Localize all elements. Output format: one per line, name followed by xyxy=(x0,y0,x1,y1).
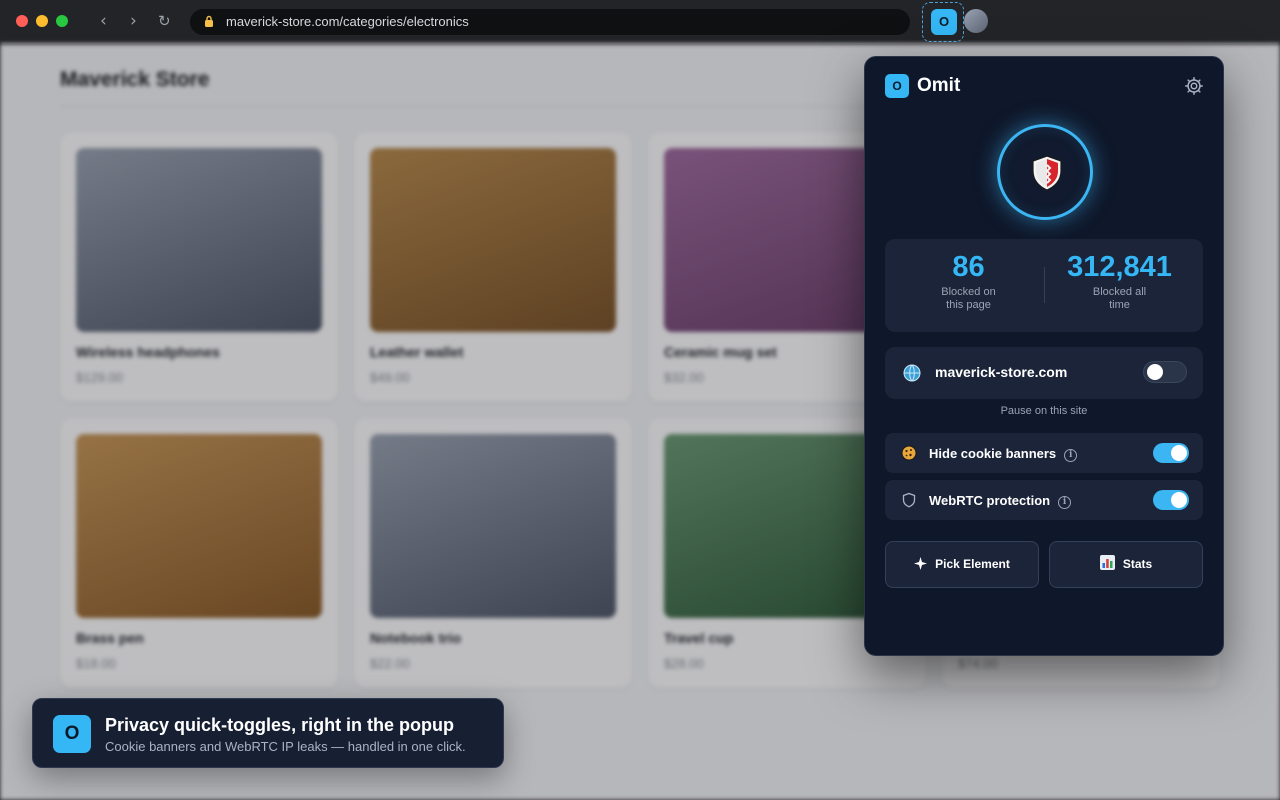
option-cookie-banners: Hide cookie banners i xyxy=(885,433,1203,473)
cookie-icon xyxy=(901,445,917,461)
cookie-banners-toggle[interactable] xyxy=(1153,443,1189,463)
webrtc-toggle[interactable] xyxy=(1153,490,1189,510)
feature-toast: O Privacy quick-toggles, right in the po… xyxy=(32,698,504,768)
omit-popup: O Omit 86 Blocked on this page 312,841 B… xyxy=(864,56,1224,656)
webrtc-label: WebRTC protection xyxy=(929,493,1051,508)
reload-button[interactable]: ↻ xyxy=(158,12,171,30)
block-stats: 86 Blocked on this page 312,841 Blocked … xyxy=(885,239,1203,332)
info-icon[interactable]: i xyxy=(1064,449,1078,462)
sparkle-icon xyxy=(914,557,928,570)
address-bar[interactable]: maverick-store.com/categories/electronic… xyxy=(190,9,910,35)
globe-icon xyxy=(903,364,921,382)
pause-caption: Pause on this site xyxy=(1000,405,1088,417)
omit-extension-icon: O xyxy=(931,9,957,35)
cookie-banners-label: Hide cookie banners xyxy=(929,446,1057,461)
maximize-window-button[interactable] xyxy=(56,15,68,27)
info-icon[interactable]: i xyxy=(1058,496,1072,509)
stats-button[interactable]: Stats xyxy=(1049,541,1203,588)
option-webrtc: WebRTC protection i xyxy=(885,480,1203,520)
gear-icon[interactable] xyxy=(1183,75,1205,97)
minimize-window-button[interactable] xyxy=(36,15,48,27)
toast-logo: O xyxy=(53,715,91,753)
lock-icon xyxy=(205,15,213,27)
shield-outline-icon xyxy=(902,492,916,508)
toggle-knob xyxy=(1171,492,1187,508)
omit-logo: O xyxy=(885,74,909,98)
shield-icon xyxy=(1032,155,1062,191)
pick-element-button[interactable]: Pick Element xyxy=(885,541,1039,588)
site-row: maverick-store.com xyxy=(885,347,1203,399)
toast-subtitle: Cookie banners and WebRTC IP leaks — han… xyxy=(105,739,466,754)
url-text: maverick-store.com/categories/electronic… xyxy=(226,14,469,29)
bar-chart-icon xyxy=(1099,555,1115,570)
pause-site-toggle[interactable] xyxy=(1143,361,1187,383)
back-button[interactable]: ‹ xyxy=(100,11,107,31)
profile-avatar[interactable] xyxy=(964,9,988,33)
pick-element-label: Pick Element xyxy=(935,557,1010,571)
close-window-button[interactable] xyxy=(16,15,28,27)
stat-page: 86 Blocked on this page xyxy=(889,251,1048,312)
stat-total: 312,841 Blocked all time xyxy=(1040,251,1199,312)
site-domain: maverick-store.com xyxy=(935,364,1068,380)
blocked-page-label: Blocked on this page xyxy=(941,286,996,311)
blocked-total-count: 312,841 xyxy=(1067,251,1172,283)
toggle-knob xyxy=(1147,364,1163,380)
protection-status-ring[interactable] xyxy=(997,124,1093,220)
toggle-knob xyxy=(1171,445,1187,461)
toast-title: Privacy quick-toggles, right in the popu… xyxy=(105,715,455,735)
forward-button[interactable]: › xyxy=(130,11,137,31)
stats-label: Stats xyxy=(1122,557,1153,571)
blocked-page-count: 86 xyxy=(952,251,985,283)
omit-extension-button[interactable]: O xyxy=(922,2,964,42)
popup-brand: Omit xyxy=(917,75,961,96)
blocked-total-label: Blocked all time xyxy=(1092,286,1147,311)
browser-toolbar: ‹ › ↻ maverick-store.com/categories/elec… xyxy=(0,0,1280,44)
